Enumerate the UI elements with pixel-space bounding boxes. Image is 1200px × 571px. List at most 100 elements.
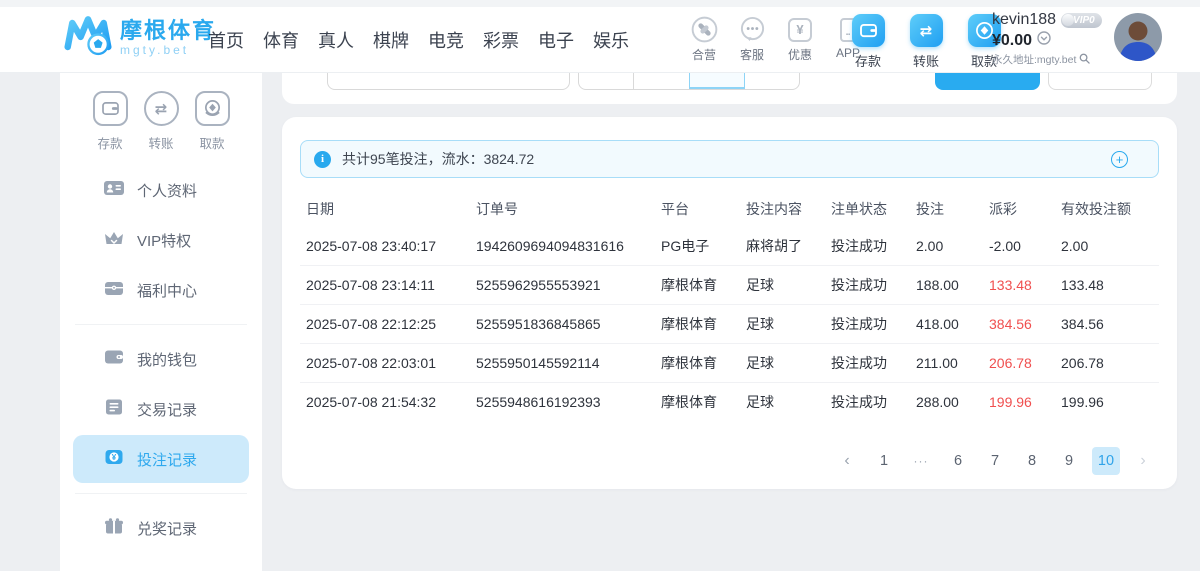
col-valid-bet: 有效投注额 [1061,199,1159,219]
sidebar-item-redeem[interactable]: 兑奖记录 [73,504,249,552]
customer-service-link[interactable]: 客服 [732,16,772,63]
svg-text:¥: ¥ [112,452,117,461]
cell-valid-bet: 384.56 [1061,316,1159,332]
withdraw-gem-outline-icon [195,91,230,126]
cell-date: 2025-07-08 21:54:32 [306,394,476,410]
sidebar-item-profile[interactable]: 个人资料 [73,166,249,214]
cell-status: 投注成功 [831,236,916,256]
nav-home[interactable]: 首页 [208,27,244,53]
sidebar-transfer-label: 转账 [148,133,173,152]
deposit-wallet-outline-icon [93,91,128,126]
bet-record-icon: ¥ [104,449,124,470]
wallet-icon [104,349,124,370]
cell-content: 足球 [746,392,831,412]
col-order-no: 订单号 [476,199,661,219]
header-wallet-actions: 存款 ⇄ 转账 取款 [846,14,1006,70]
refresh-balance-icon[interactable] [1037,31,1051,50]
sidebar-item-transactions[interactable]: 交易记录 [73,385,249,433]
cell-platform: 摩根体育 [661,314,746,334]
sidebar-item-vip[interactable]: VIP特权 [73,216,249,264]
deposit-wallet-icon [852,14,885,47]
page-1[interactable]: 1 [870,447,898,475]
cell-valid-bet: 206.78 [1061,355,1159,371]
sidebar-item-label: 交易记录 [137,399,197,420]
sidebar-deposit-label: 存款 [97,133,122,152]
cell-valid-bet: 133.48 [1061,277,1159,293]
nav-sports[interactable]: 体育 [263,27,299,53]
page-10-active[interactable]: 10 [1092,447,1120,475]
col-platform: 平台 [661,199,746,219]
cell-bet: 418.00 [916,316,989,332]
magnifier-icon[interactable] [1079,53,1090,67]
deposit-button[interactable]: 存款 [846,14,890,70]
header: 摩根体育 mgty.bet 首页 体育 真人 棋牌 电竞 彩票 电子 娱乐 合营 [0,0,1200,73]
nav-esports[interactable]: 电竞 [428,27,464,53]
cell-date: 2025-07-08 22:03:01 [306,355,476,371]
cell-order-no: 5255951836845865 [476,316,661,332]
page-ellipsis[interactable]: ··· [907,447,935,475]
page-7[interactable]: 7 [981,447,1009,475]
nav-entertainment[interactable]: 娱乐 [593,27,629,53]
summary-text: 共计95笔投注，流水：3824.72 [342,149,534,169]
table-row[interactable]: 2025-07-08 21:54:32 5255948616192393 摩根体… [300,382,1159,421]
gift-icon [104,518,124,539]
cell-order-no: 5255950145592114 [476,355,661,371]
col-payout: 派彩 [989,199,1061,219]
transfer-button[interactable]: ⇄ 转账 [904,14,948,70]
cell-bet: 2.00 [916,238,989,254]
sidebar-withdraw-button[interactable]: 取款 [190,91,234,152]
transfer-label: 转账 [913,51,939,70]
cell-bet: 211.00 [916,355,989,371]
cell-payout: 199.96 [989,394,1061,410]
cell-bet: 188.00 [916,277,989,293]
table-row[interactable]: 2025-07-08 23:14:11 5255962955553921 摩根体… [300,265,1159,304]
promotions-label: 优惠 [788,46,812,63]
crown-icon [104,230,124,251]
sidebar-quick-actions: 存款 ⇄ 转账 取款 [60,73,262,152]
nav-cards[interactable]: 棋牌 [373,27,409,53]
table-row[interactable]: 2025-07-08 23:40:17 1942609694094831616 … [300,226,1159,265]
cell-content: 麻将胡了 [746,236,831,256]
pagination: ‹ 1 ··· 6 7 8 9 10 › [282,447,1157,475]
bet-records-card: i 共计95笔投注，流水：3824.72 + 日期 订单号 平台 投注内容 注单… [282,117,1177,489]
cell-date: 2025-07-08 22:12:25 [306,316,476,332]
partner-label: 合营 [692,46,716,63]
chat-bubble-icon [739,16,766,43]
cell-valid-bet: 2.00 [1061,238,1159,254]
expand-plus-icon[interactable]: + [1111,151,1128,168]
brand-logo[interactable]: 摩根体育 mgty.bet [64,13,216,62]
sidebar-transfer-button[interactable]: ⇄ 转账 [139,91,183,152]
sidebar-deposit-button[interactable]: 存款 [88,91,132,152]
sidebar-item-label: 福利中心 [137,280,197,301]
sidebar-menu: 个人资料 VIP特权 福利中心 我的钱包 交易记录 ¥ 投注记录 兑奖记录 [60,166,262,552]
promotions-link[interactable]: ¥ 优惠 [780,16,820,63]
sidebar-item-label: 我的钱包 [137,349,197,370]
page-9[interactable]: 9 [1055,447,1083,475]
nav-slots[interactable]: 电子 [538,27,574,53]
page-6[interactable]: 6 [944,447,972,475]
cell-platform: 摩根体育 [661,275,746,295]
sidebar-item-wallet[interactable]: 我的钱包 [73,335,249,383]
partner-link[interactable]: 合营 [684,16,724,63]
nav-lottery[interactable]: 彩票 [483,27,519,53]
cell-status: 投注成功 [831,353,916,373]
customer-service-label: 客服 [740,46,764,63]
handshake-icon [691,16,718,43]
coupon-yen-icon: ¥ [787,16,814,43]
nav-live[interactable]: 真人 [318,27,354,53]
transfer-arrows-icon: ⇄ [910,14,943,47]
table-row[interactable]: 2025-07-08 22:03:01 5255950145592114 摩根体… [300,343,1159,382]
sidebar-divider [75,493,247,494]
sidebar-item-bet-records[interactable]: ¥ 投注记录 [73,435,249,483]
sidebar-item-welfare[interactable]: 福利中心 [73,266,249,314]
user-info: kevin188 VIP0 ¥0.00 永久地址:mgty.bet [992,11,1112,67]
cell-order-no: 1942609694094831616 [476,238,661,254]
user-avatar[interactable] [1114,13,1162,61]
table-row[interactable]: 2025-07-08 22:12:25 5255951836845865 摩根体… [300,304,1159,343]
username[interactable]: kevin188 [992,11,1056,29]
sidebar-withdraw-label: 取款 [199,133,224,152]
page-top-strip [0,0,1200,7]
page-8[interactable]: 8 [1018,447,1046,475]
next-page-icon[interactable]: › [1129,447,1157,475]
prev-page-icon[interactable]: ‹ [833,447,861,475]
